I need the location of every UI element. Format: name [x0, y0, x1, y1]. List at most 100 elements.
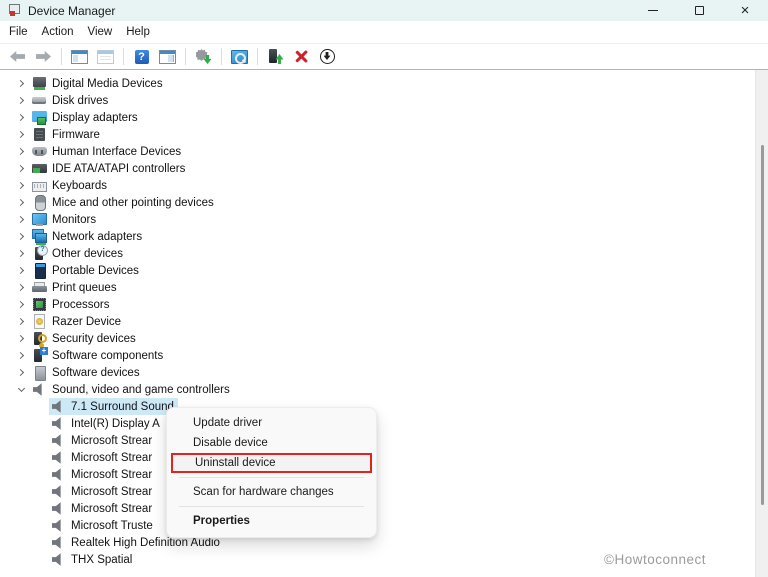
device-update-button[interactable]: [264, 46, 287, 68]
speaker-icon: [51, 416, 66, 431]
software-component-icon: [32, 347, 48, 363]
speaker-icon: [51, 399, 66, 414]
tree-item-keyboards[interactable]: Keyboards: [0, 177, 768, 194]
context-menu-update-driver[interactable]: Update driver: [171, 413, 372, 433]
chevron-right-icon[interactable]: [16, 351, 26, 361]
menu-view[interactable]: View: [81, 24, 120, 40]
action-pane-button[interactable]: [156, 46, 179, 68]
tree-item-human-interface-devices[interactable]: Human Interface Devices: [0, 143, 768, 160]
minimize-icon: [648, 10, 658, 11]
tree-item-ide-controllers[interactable]: IDE ATA/ATAPI controllers: [0, 160, 768, 177]
tree-item-microsoft-streaming[interactable]: Microsoft Strear: [0, 466, 768, 483]
tree-item-other-devices[interactable]: Other devices: [0, 245, 768, 262]
chevron-down-icon[interactable]: [16, 384, 26, 395]
tree-item-microsoft-streaming[interactable]: Microsoft Strear: [0, 483, 768, 500]
menu-action[interactable]: Action: [35, 24, 81, 40]
tree-item-label: Monitors: [52, 213, 97, 226]
window-title: Device Manager: [28, 3, 116, 18]
chevron-right-icon[interactable]: [16, 266, 26, 276]
tree-item-display-adapters[interactable]: Display adapters: [0, 109, 768, 126]
tree-item-processors[interactable]: Processors: [0, 296, 768, 313]
chevron-right-icon[interactable]: [16, 113, 26, 123]
maximize-button[interactable]: [676, 0, 722, 21]
speaker-icon: [32, 382, 47, 397]
tree-item-sound-video-game-controllers[interactable]: Sound, video and game controllers: [0, 381, 768, 398]
tree-item-label: Mice and other pointing devices: [52, 196, 214, 209]
menu-file[interactable]: File: [2, 24, 35, 40]
chevron-right-icon[interactable]: [16, 232, 26, 242]
speaker-icon: [51, 484, 66, 499]
network-adapter-icon: [32, 229, 47, 244]
tree-item-label: IDE ATA/ATAPI controllers: [52, 162, 186, 175]
tree-item-label: Realtek High Definition Audio: [71, 536, 220, 549]
console-tree-button[interactable]: [68, 46, 91, 68]
console-tree-icon: [71, 49, 88, 64]
tree-item-microsoft-trusted[interactable]: Microsoft Truste: [0, 517, 768, 534]
tree-item-microsoft-streaming[interactable]: Microsoft Strear: [0, 432, 768, 449]
minimize-button[interactable]: [630, 0, 676, 21]
scan-hardware-button[interactable]: [228, 46, 251, 68]
toolbar-separator: [123, 48, 124, 65]
scan-monitor-icon: [231, 49, 248, 64]
tree-item-network-adapters[interactable]: Network adapters: [0, 228, 768, 245]
tree-item-disk-drives[interactable]: Disk drives: [0, 92, 768, 109]
tree-item-mice[interactable]: Mice and other pointing devices: [0, 194, 768, 211]
portable-device-icon: [32, 263, 47, 279]
context-menu-properties[interactable]: Properties: [171, 511, 372, 531]
chevron-right-icon[interactable]: [16, 283, 26, 293]
toolbar-separator: [221, 48, 222, 65]
tree-item-71-surround-sound[interactable]: 7.1 Surround Sound: [0, 398, 768, 415]
tree-item-portable-devices[interactable]: Portable Devices: [0, 262, 768, 279]
chevron-right-icon[interactable]: [16, 181, 26, 191]
tree-item-razer-device[interactable]: Razer Device: [0, 313, 768, 330]
tree-item-label: Microsoft Strear: [71, 485, 153, 498]
context-menu-scan-hardware-changes[interactable]: Scan for hardware changes: [171, 482, 372, 502]
chevron-right-icon[interactable]: [16, 147, 26, 157]
tree-item-label: THX Spatial: [71, 553, 133, 566]
chevron-right-icon[interactable]: [16, 368, 26, 378]
chevron-right-icon[interactable]: [16, 130, 26, 140]
chevron-right-icon[interactable]: [16, 164, 26, 174]
menu-help[interactable]: Help: [119, 24, 157, 40]
chevron-right-icon[interactable]: [16, 79, 26, 89]
menu-bar: File Action View Help: [0, 21, 768, 44]
vertical-scrollbar[interactable]: [755, 70, 768, 577]
tree-item-label: Microsoft Strear: [71, 502, 153, 515]
disable-device-button[interactable]: [316, 46, 339, 68]
properties-button[interactable]: [94, 46, 117, 68]
tree-item-print-queues[interactable]: Print queues: [0, 279, 768, 296]
chevron-right-icon[interactable]: [16, 215, 26, 225]
chevron-right-icon[interactable]: [16, 317, 26, 327]
tree-item-software-devices[interactable]: Software devices: [0, 364, 768, 381]
context-menu-disable-device[interactable]: Disable device: [171, 433, 372, 453]
close-button[interactable]: ×: [722, 0, 768, 21]
tree-item-microsoft-streaming[interactable]: Microsoft Strear: [0, 449, 768, 466]
tree-item-monitors[interactable]: Monitors: [0, 211, 768, 228]
tree-item-intel-display-audio[interactable]: Intel(R) Display A: [0, 415, 768, 432]
tree-item-label: Disk drives: [52, 94, 109, 107]
help-button[interactable]: [130, 46, 153, 68]
tree-item-label: Software components: [52, 349, 164, 362]
tree-item-realtek-hd-audio[interactable]: Realtek High Definition Audio: [0, 534, 768, 551]
scrollbar-thumb[interactable]: [761, 145, 764, 505]
chevron-right-icon[interactable]: [16, 198, 26, 208]
chevron-right-icon[interactable]: [16, 334, 26, 344]
context-menu-uninstall-device[interactable]: Uninstall device: [171, 453, 372, 473]
uninstall-device-button[interactable]: [290, 46, 313, 68]
toolbar-separator: [61, 48, 62, 65]
chevron-right-icon[interactable]: [16, 96, 26, 106]
update-driver-button[interactable]: [192, 46, 215, 68]
chevron-right-icon[interactable]: [16, 300, 26, 310]
chevron-right-icon[interactable]: [16, 249, 26, 259]
tree-item-label: Software devices: [52, 366, 140, 379]
tree-item-software-components[interactable]: Software components: [0, 347, 768, 364]
forward-button[interactable]: [32, 46, 55, 68]
mouse-icon: [32, 195, 47, 211]
tree-item-security-devices[interactable]: Security devices: [0, 330, 768, 347]
tree-item-microsoft-streaming[interactable]: Microsoft Strear: [0, 500, 768, 517]
tree-item-digital-media-devices[interactable]: Digital Media Devices: [0, 75, 768, 92]
back-button[interactable]: [6, 46, 29, 68]
tree-item-firmware[interactable]: Firmware: [0, 126, 768, 143]
other-device-icon: [32, 245, 48, 261]
speaker-icon: [51, 535, 66, 550]
